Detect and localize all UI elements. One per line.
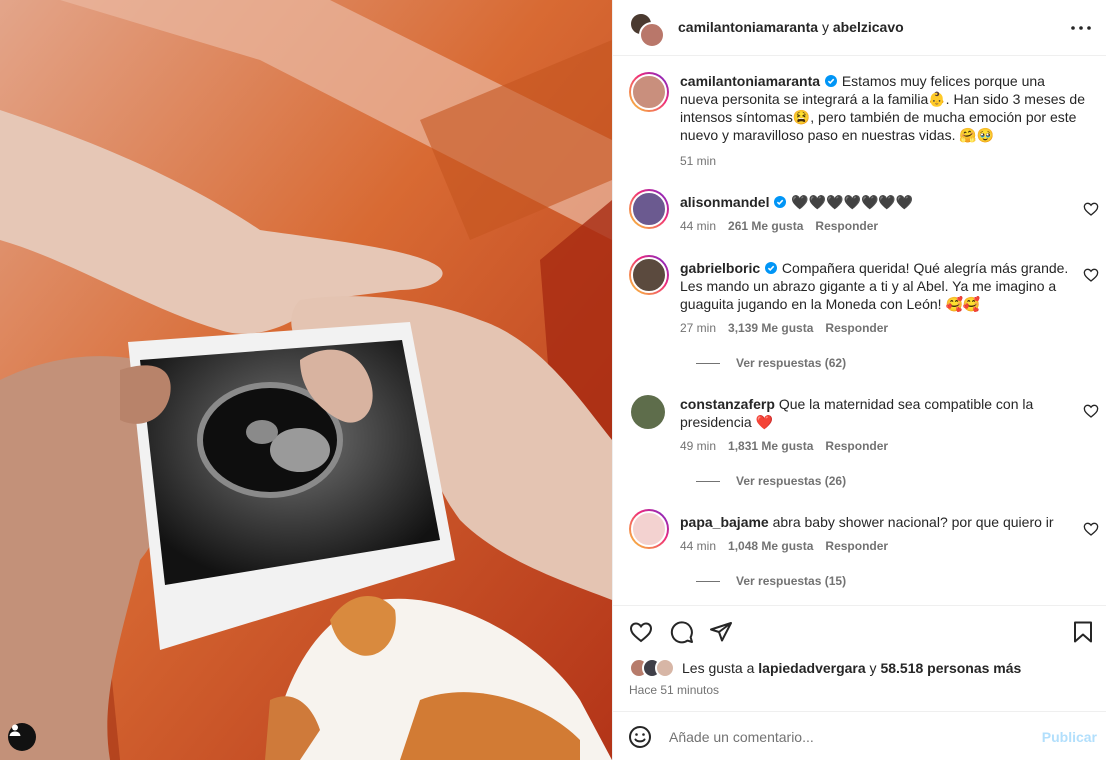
likes-prefix: Les gusta a xyxy=(682,660,759,676)
collab-avatars[interactable] xyxy=(629,12,665,48)
comment-input[interactable] xyxy=(669,726,1029,748)
timestamp[interactable]: 44 min xyxy=(680,219,716,233)
post-photo xyxy=(0,0,612,760)
comment-composer: Publicar xyxy=(613,711,1106,760)
post-authors: camilantoniamaranta y abelzicavo xyxy=(678,19,904,35)
comment-text: papa_bajame abra baby shower nacional? p… xyxy=(680,513,1085,531)
comment-username[interactable]: papa_bajame xyxy=(680,514,769,530)
reply-button[interactable]: Responder xyxy=(825,539,888,553)
post-side-panel: camilantoniamaranta y abelzicavo camilan… xyxy=(612,0,1106,760)
comment: alisonmandel 🖤🖤🖤🖤🖤🖤🖤 44 min 261 Me gusta… xyxy=(629,189,1099,239)
like-count[interactable]: 3,139 Me gusta xyxy=(728,321,813,335)
timestamp[interactable]: 44 min xyxy=(680,539,716,553)
caption: camilantoniamaranta Estamos muy felices … xyxy=(629,72,1099,172)
view-replies-button[interactable]: Ver respuestas (62) xyxy=(696,356,846,370)
like-comment-heart-icon[interactable] xyxy=(1083,201,1099,217)
view-replies-label: Ver respuestas (26) xyxy=(736,474,847,488)
liker-username[interactable]: lapiedadvergara xyxy=(758,660,865,676)
like-button[interactable] xyxy=(625,616,657,648)
replies-divider xyxy=(696,480,720,482)
comment-text: gabrielboric Compañera querida! Qué aleg… xyxy=(680,259,1085,313)
ultrasound-photo-illustration xyxy=(0,0,612,760)
post-header: camilantoniamaranta y abelzicavo xyxy=(613,0,1106,56)
share-button[interactable] xyxy=(705,616,737,648)
timestamp[interactable]: 51 min xyxy=(680,154,716,168)
likes-mid: y xyxy=(865,660,881,676)
avatar[interactable] xyxy=(629,509,669,549)
comment-meta: 44 min 1,048 Me gusta Responder xyxy=(680,539,888,553)
comments-list[interactable]: camilantoniamaranta Estamos muy felices … xyxy=(613,57,1106,605)
verified-icon xyxy=(774,196,787,208)
comment-text: constanzaferp Que la maternidad sea comp… xyxy=(680,395,1085,431)
replies-divider xyxy=(696,362,720,364)
like-comment-heart-icon[interactable] xyxy=(1083,267,1099,283)
comment: papa_bajame abra baby shower nacional? p… xyxy=(629,509,1099,599)
avatar[interactable] xyxy=(629,255,669,295)
like-count[interactable]: 1,048 Me gusta xyxy=(728,539,813,553)
comment-meta: 49 min 1,831 Me gusta Responder xyxy=(680,439,888,453)
tagged-user-icon[interactable] xyxy=(8,723,36,751)
posted-time[interactable]: Hace 51 minutos xyxy=(629,683,719,697)
emoji-button[interactable] xyxy=(627,724,653,750)
verified-icon xyxy=(824,75,837,87)
avatar xyxy=(639,22,665,48)
comment: gabrielboric Compañera querida! Qué aleg… xyxy=(629,255,1099,375)
more-horizontal-icon xyxy=(1071,26,1091,30)
like-comment-heart-icon[interactable] xyxy=(1083,403,1099,419)
like-count[interactable]: 261 Me gusta xyxy=(728,219,803,233)
reply-button[interactable]: Responder xyxy=(825,321,888,335)
comment-meta: 27 min 3,139 Me gusta Responder xyxy=(680,321,888,335)
comment-username[interactable]: gabrielboric xyxy=(680,260,760,276)
save-button[interactable] xyxy=(1067,616,1099,648)
comment: constanzaferp Que la maternidad sea comp… xyxy=(629,395,1099,495)
reply-button[interactable]: Responder xyxy=(825,439,888,453)
likes-others[interactable]: 58.518 personas más xyxy=(880,660,1021,676)
replies-divider xyxy=(696,580,720,582)
caption-meta: 51 min xyxy=(680,154,716,168)
comment-body: 🖤🖤🖤🖤🖤🖤🖤 xyxy=(791,194,914,210)
like-count[interactable]: 1,831 Me gusta xyxy=(728,439,813,453)
likes-text: Les gusta a lapiedadvergara y 58.518 per… xyxy=(682,660,1021,676)
comment-username[interactable]: constanzaferp xyxy=(680,396,775,412)
avatar[interactable] xyxy=(629,189,669,229)
comment-bubble-icon xyxy=(670,621,693,644)
author-link-2[interactable]: abelzicavo xyxy=(833,19,904,35)
heart-icon xyxy=(629,622,653,643)
timestamp[interactable]: 49 min xyxy=(680,439,716,453)
emoji-smile-icon xyxy=(629,726,651,748)
view-replies-button[interactable]: Ver respuestas (15) xyxy=(696,574,846,588)
more-options-button[interactable] xyxy=(1067,14,1095,42)
post-comment-button[interactable]: Publicar xyxy=(1042,729,1097,745)
authors-conj: y xyxy=(818,19,833,35)
comment-button[interactable] xyxy=(666,616,698,648)
avatar xyxy=(655,658,675,678)
avatar[interactable] xyxy=(631,395,665,429)
post-actions: Les gusta a lapiedadvergara y 58.518 per… xyxy=(613,605,1106,711)
person-icon xyxy=(9,724,21,736)
bookmark-icon xyxy=(1074,621,1092,643)
reply-button[interactable]: Responder xyxy=(815,219,878,233)
view-replies-button[interactable]: Ver respuestas (26) xyxy=(696,474,846,488)
comment-meta: 44 min 261 Me gusta Responder xyxy=(680,219,878,233)
caption-text: camilantoniamaranta Estamos muy felices … xyxy=(680,72,1085,144)
caption-username[interactable]: camilantoniamaranta xyxy=(680,73,820,89)
view-replies-label: Ver respuestas (15) xyxy=(736,574,847,588)
verified-icon xyxy=(765,262,778,274)
avatar[interactable] xyxy=(629,72,669,112)
send-icon xyxy=(710,622,732,642)
comment-text: alisonmandel 🖤🖤🖤🖤🖤🖤🖤 xyxy=(680,193,1085,211)
author-link-1[interactable]: camilantoniamaranta xyxy=(678,19,818,35)
view-replies-label: Ver respuestas (62) xyxy=(736,356,847,370)
like-comment-heart-icon[interactable] xyxy=(1083,521,1099,537)
timestamp[interactable]: 27 min xyxy=(680,321,716,335)
likes-summary[interactable]: Les gusta a lapiedadvergara y 58.518 per… xyxy=(629,658,1021,678)
comment-body: abra baby shower nacional? por que quier… xyxy=(772,514,1054,530)
comment-username[interactable]: alisonmandel xyxy=(680,194,769,210)
